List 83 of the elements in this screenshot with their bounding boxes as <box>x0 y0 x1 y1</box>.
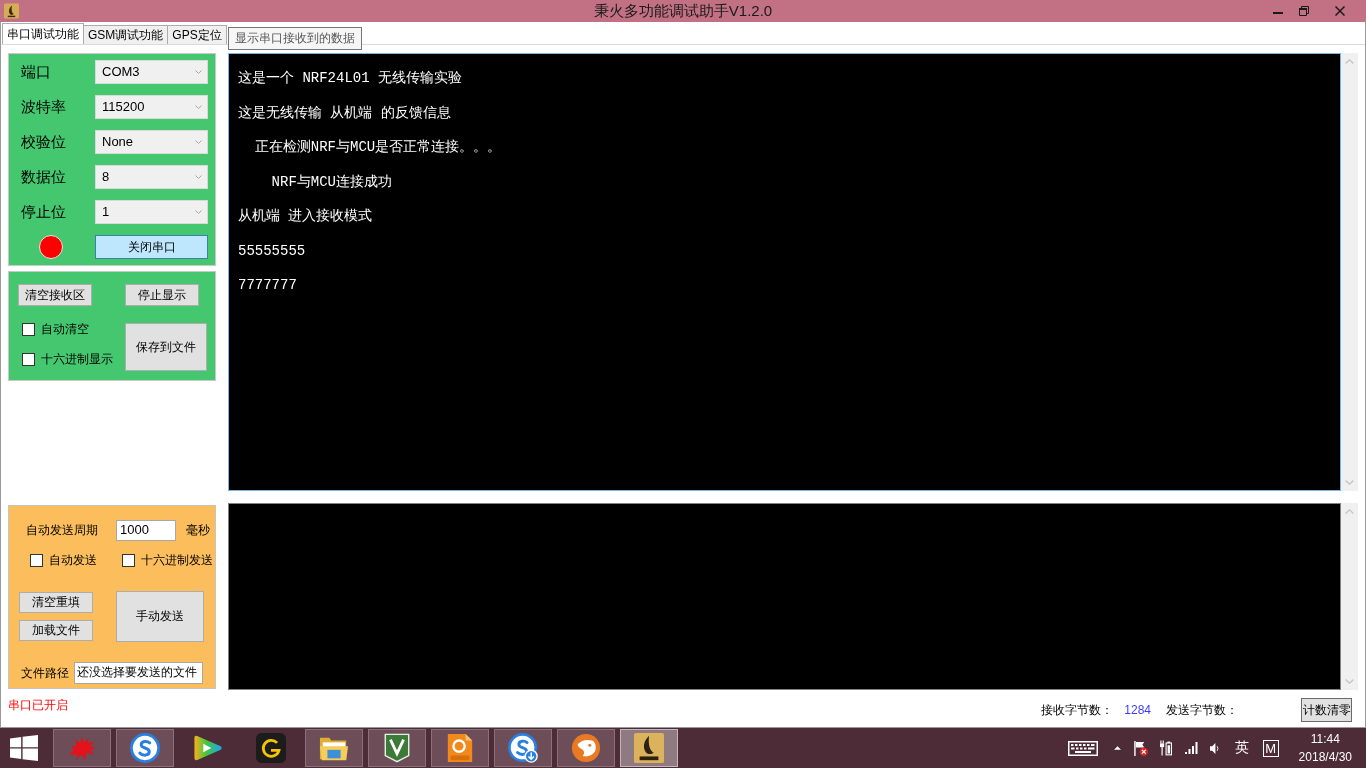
checkbox[interactable] <box>30 554 43 567</box>
load-file-button[interactable]: 加载文件 <box>19 620 93 641</box>
document-icon <box>445 733 475 763</box>
g-ring-icon <box>256 733 286 763</box>
caret-up-icon[interactable] <box>1113 746 1121 750</box>
restore-icon <box>1299 6 1309 16</box>
clear-receive-button[interactable]: 清空接收区 <box>18 284 92 306</box>
battery-plug-icon[interactable] <box>1159 740 1172 756</box>
field-label: 波特率 <box>21 97 67 117</box>
send-text-field[interactable] <box>228 503 1341 690</box>
tooltip: 显示串口接收到的数据 <box>228 27 362 50</box>
chevron-down-icon <box>195 175 202 179</box>
field-label: 端口 <box>21 62 52 82</box>
windows-logo-icon <box>10 735 38 761</box>
taskbar-button[interactable] <box>494 729 552 767</box>
keyboard-icon[interactable] <box>1067 740 1098 756</box>
dropdown[interactable]: COM3 <box>95 60 208 84</box>
ime-mode-button[interactable]: M <box>1262 739 1279 757</box>
clock-time[interactable]: 11:44 <box>1310 730 1340 748</box>
flag-alert-icon[interactable] <box>1133 740 1148 756</box>
received-text-line: 这是无线传输 从机端 的反馈信息 <box>238 103 451 123</box>
received-text-line: 从机端 进入接收模式 <box>238 207 373 226</box>
taskbar-button[interactable] <box>116 729 174 767</box>
file-path-label: 文件路径 <box>21 664 70 682</box>
period-input-field[interactable]: 1000 <box>116 520 176 541</box>
manual-send-button[interactable]: 手动发送 <box>116 591 204 642</box>
checkbox-label: 自动清空 <box>41 321 89 338</box>
close-icon <box>1334 6 1345 16</box>
dropdown[interactable]: 1 <box>95 200 208 224</box>
taskbar-button[interactable] <box>557 729 615 767</box>
field-label: 数据位 <box>21 167 67 187</box>
checkbox[interactable] <box>22 353 35 366</box>
checkbox[interactable] <box>22 323 35 336</box>
chevron-down-icon <box>195 140 202 144</box>
dropdown[interactable]: 115200 <box>95 95 208 119</box>
received-text-line: 7777777 <box>238 276 297 295</box>
file-path-field[interactable]: 还没选择要发送的文件 <box>74 662 203 684</box>
taskbar-button[interactable] <box>620 729 678 767</box>
signal-bars-icon[interactable] <box>1184 742 1198 754</box>
stop-display-button[interactable]: 停止显示 <box>125 284 199 306</box>
tab[interactable]: GPS定位 <box>167 25 227 44</box>
flame-tile-icon <box>634 733 664 763</box>
window-title: 秉火多功能调试助手V1.2.0 <box>593 1 773 21</box>
input-language-indicator[interactable]: 英 <box>1234 739 1249 757</box>
tab[interactable]: 串口调试功能 <box>2 23 84 44</box>
clear-refill-button[interactable]: 清空重填 <box>19 592 93 613</box>
checkbox-label: 十六进制显示 <box>41 351 113 368</box>
chevron-down-icon <box>195 70 202 74</box>
clock-date[interactable]: 2018/4/30 <box>1298 748 1352 766</box>
animal-head-icon <box>571 733 601 763</box>
reset-counts-button[interactable]: 计数清零 <box>1301 698 1352 722</box>
received-text-line: 正在检测NRF与MCU是否正常连接。。。 <box>253 138 502 157</box>
port-status-text: 串口已开启 <box>8 698 68 714</box>
checkbox-label: 十六进制发送 <box>141 552 213 569</box>
chevron-down-icon <box>195 210 202 214</box>
s-circle-icon <box>130 733 160 763</box>
received-text-line: 55555555 <box>238 241 306 261</box>
taskbar-button[interactable] <box>305 729 363 767</box>
play-triangle-icon <box>193 733 223 763</box>
dropdown[interactable]: None <box>95 130 208 154</box>
minimize-icon <box>1273 12 1283 14</box>
received-text-line: 这是一个 NRF24L01 无线传输实验 <box>238 69 462 88</box>
v-shield-icon <box>382 733 412 763</box>
tab[interactable]: GSM调试功能 <box>83 25 169 44</box>
s-circle-download-icon <box>508 733 538 763</box>
field-label: 停止位 <box>21 202 67 222</box>
checkbox-label: 自动发送 <box>49 552 97 569</box>
received-text-line: NRF与MCU连接成功 <box>270 172 392 192</box>
field-label: 校验位 <box>21 132 67 152</box>
unit-label: 毫秒 <box>186 522 210 539</box>
taskbar-button[interactable] <box>431 729 489 767</box>
chevron-down-icon <box>195 105 202 109</box>
checkbox[interactable] <box>122 554 135 567</box>
taskbar-button[interactable] <box>368 729 426 767</box>
received-bytes-count: 1284 <box>1124 703 1151 717</box>
save-to-file-button[interactable]: 保存到文件 <box>125 323 207 371</box>
sent-bytes-label: 发送字节数： <box>1166 701 1238 719</box>
auto-send-period-label: 自动发送周期 <box>26 522 99 539</box>
dropdown[interactable]: 8 <box>95 165 208 189</box>
received-bytes-label: 接收字节数： <box>1041 701 1114 719</box>
close-port-button[interactable]: 关闭串口 <box>95 235 208 259</box>
speaker-icon[interactable] <box>1209 741 1219 755</box>
flame-tile-icon <box>4 3 19 19</box>
